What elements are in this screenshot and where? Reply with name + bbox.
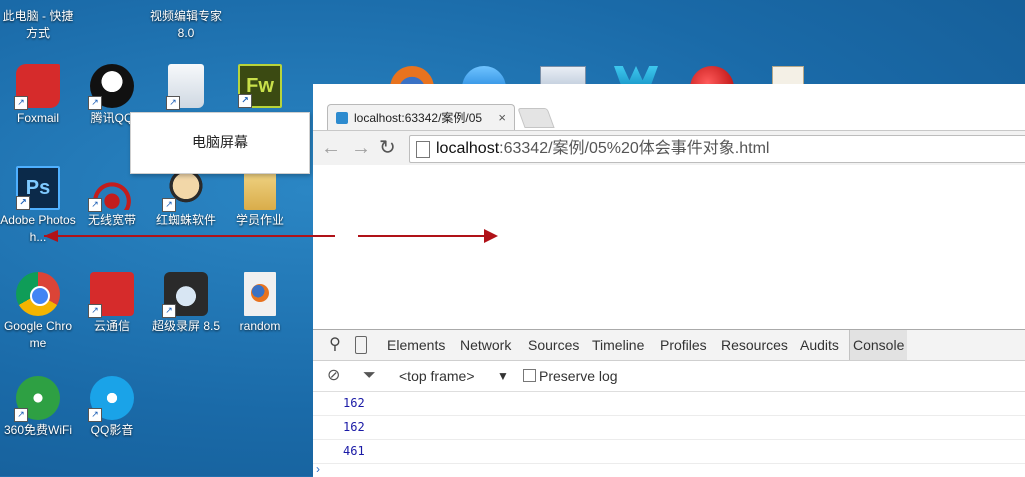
annotation-arrows xyxy=(44,229,498,243)
left-arrow-head xyxy=(44,230,58,242)
right-arrow-head xyxy=(484,229,498,243)
